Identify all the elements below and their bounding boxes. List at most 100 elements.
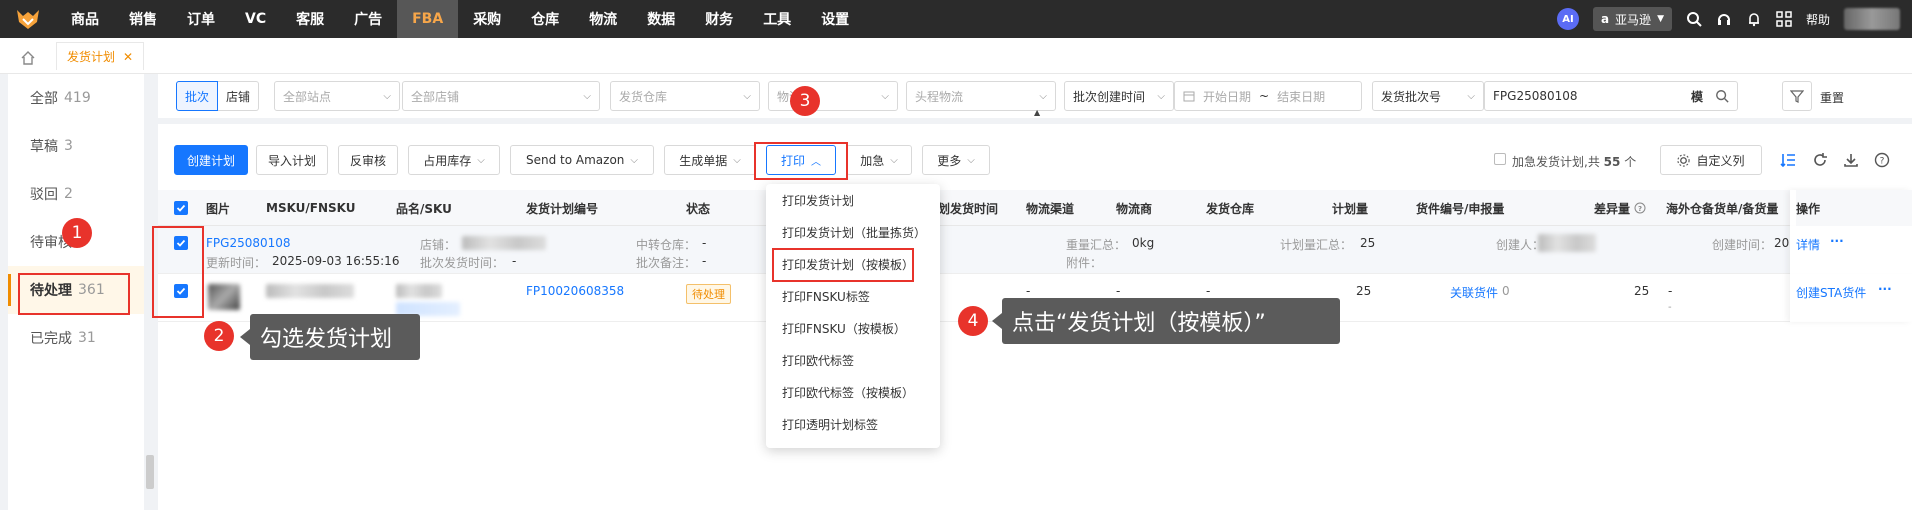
site-select[interactable]: 全部站点 ⌵ bbox=[274, 81, 400, 111]
help-icon[interactable]: ? bbox=[1874, 152, 1890, 168]
menu-print-eu-rep-template[interactable]: 打印欧代标签（按模板） bbox=[766, 376, 940, 408]
chevron-down-icon: ⌵ bbox=[1039, 90, 1047, 102]
download-icon[interactable] bbox=[1843, 152, 1859, 168]
nav-item-ads[interactable]: 广告 bbox=[339, 0, 397, 38]
nav-item-warehouse[interactable]: 仓库 bbox=[516, 0, 574, 38]
nav-item-vc[interactable]: VC bbox=[230, 0, 281, 38]
create-plan-button[interactable]: 创建计划 bbox=[174, 145, 248, 175]
density-icon[interactable] bbox=[1780, 152, 1796, 168]
tab-shipping-plan[interactable]: 发货计划 ✕ bbox=[56, 42, 145, 70]
nav-item-data[interactable]: 数据 bbox=[632, 0, 690, 38]
nav-item-purchase[interactable]: 采购 bbox=[458, 0, 516, 38]
search-icon[interactable] bbox=[1686, 11, 1702, 27]
sidebar-item-count: 31 bbox=[78, 330, 96, 346]
product-thumbnail[interactable] bbox=[208, 284, 240, 310]
nav-item-sales[interactable]: 销售 bbox=[114, 0, 172, 38]
plan-total-value: 25 bbox=[1360, 236, 1376, 250]
sidebar-item-completed[interactable]: 已完成 31 bbox=[8, 314, 144, 362]
detail-link[interactable]: 详情 bbox=[1796, 236, 1820, 253]
head-logistics-select[interactable]: 头程物流 ⌵ bbox=[906, 81, 1056, 111]
chevron-down-icon: ⌵ bbox=[477, 154, 485, 166]
search-icon[interactable] bbox=[1715, 89, 1729, 103]
carrier-value: - bbox=[1116, 284, 1121, 298]
warehouse-select[interactable]: 发货仓库 ⌵ bbox=[610, 81, 760, 111]
home-icon bbox=[21, 51, 35, 65]
occupy-stock-button[interactable]: 占用库存 ⌵ bbox=[408, 145, 500, 175]
top-nav: 商品 销售 订单 VC 客服 广告 FBA 采购 仓库 物流 数据 财务 工具 … bbox=[0, 0, 1912, 38]
home-tab[interactable] bbox=[10, 46, 46, 70]
nav-item-tools[interactable]: 工具 bbox=[748, 0, 806, 38]
close-icon[interactable]: ✕ bbox=[123, 50, 133, 64]
nav-item-goods[interactable]: 商品 bbox=[56, 0, 114, 38]
col-warehouse: 发货仓库 bbox=[1206, 201, 1255, 216]
urgent-button[interactable]: 加急 ⌵ bbox=[846, 145, 912, 175]
row-more-menu[interactable]: ··· bbox=[1830, 234, 1844, 248]
col-plan-qty: 计划量 bbox=[1332, 201, 1369, 216]
filter-button[interactable] bbox=[1782, 81, 1812, 111]
select-all-checkbox[interactable] bbox=[174, 201, 188, 215]
svg-text:?: ? bbox=[1638, 205, 1642, 213]
menu-print-fnsku-template[interactable]: 打印FNSKU（按模板） bbox=[766, 312, 940, 344]
match-mode-toggle[interactable]: 模 bbox=[1691, 88, 1703, 105]
help-link[interactable]: 帮助 bbox=[1806, 11, 1830, 28]
menu-print-fnsku-label[interactable]: 打印FNSKU标签 bbox=[766, 280, 940, 312]
collapse-filters-caret[interactable]: ▲ bbox=[1034, 108, 1040, 117]
custom-columns-button[interactable]: 自定义列 bbox=[1660, 145, 1762, 175]
ai-icon[interactable]: AI bbox=[1556, 8, 1579, 30]
col-action: 操作 bbox=[1796, 190, 1912, 226]
head-logistics-placeholder: 头程物流 bbox=[915, 89, 964, 104]
create-sta-link[interactable]: 创建STA货件 bbox=[1796, 284, 1866, 301]
sidebar-item-count: 3 bbox=[64, 138, 73, 154]
date-range-picker[interactable]: 开始日期 ~ 结束日期 bbox=[1174, 81, 1362, 111]
nav-item-orders[interactable]: 订单 bbox=[172, 0, 230, 38]
generate-docs-button[interactable]: 生成单据 ⌵ bbox=[664, 145, 756, 175]
transit-wh-value: - bbox=[702, 236, 707, 250]
store-label: 店铺： bbox=[420, 238, 457, 252]
step-badge-2: 2 bbox=[204, 321, 234, 351]
row-more-menu[interactable]: ··· bbox=[1878, 282, 1892, 296]
reset-link[interactable]: 重置 bbox=[1820, 89, 1844, 106]
highlight-pending-sidebar bbox=[18, 273, 130, 315]
link-shipment-link[interactable]: 关联货件 bbox=[1450, 284, 1498, 301]
menu-print-plan[interactable]: 打印发货计划 bbox=[766, 184, 940, 216]
search-input[interactable]: FPG25080108 模 bbox=[1484, 81, 1738, 111]
send-to-amazon-button[interactable]: Send to Amazon ⌵ bbox=[510, 145, 654, 175]
nav-item-logistics[interactable]: 物流 bbox=[574, 0, 632, 38]
logo[interactable] bbox=[0, 0, 56, 38]
nav-item-service[interactable]: 客服 bbox=[281, 0, 339, 38]
time-type-select[interactable]: 批次创建时间 ⌵ bbox=[1064, 81, 1174, 111]
seg-store[interactable]: 店铺 bbox=[218, 81, 260, 111]
sidebar-item-rejected[interactable]: 驳回 2 bbox=[8, 170, 144, 218]
marketplace-select[interactable]: a 亚马逊 ▼ bbox=[1592, 7, 1672, 31]
col-carrier: 物流商 bbox=[1116, 201, 1153, 216]
highlight-print-template-item bbox=[772, 248, 914, 282]
batch-no-link[interactable]: FPG25080108 bbox=[206, 236, 291, 250]
bell-icon[interactable] bbox=[1746, 11, 1762, 27]
refresh-icon[interactable] bbox=[1812, 152, 1828, 168]
import-plan-button[interactable]: 导入计划 bbox=[256, 145, 328, 175]
sidebar-item-draft[interactable]: 草稿 3 bbox=[8, 122, 144, 170]
nav-item-fba[interactable]: FBA bbox=[397, 0, 459, 38]
menu-print-eu-rep-label[interactable]: 打印欧代标签 bbox=[766, 344, 940, 376]
urgent-only-checkbox[interactable] bbox=[1494, 153, 1506, 165]
more-button[interactable]: 更多 ⌵ bbox=[922, 145, 990, 175]
seg-batch[interactable]: 批次 bbox=[176, 81, 219, 111]
sidebar-item-label: 草稿 bbox=[30, 139, 58, 155]
menu-print-transparency-label[interactable]: 打印透明计划标签 bbox=[766, 408, 940, 440]
sidebar-collapse-handle[interactable] bbox=[146, 455, 154, 489]
logistics-select[interactable]: 物流 ⌵ bbox=[768, 81, 898, 111]
col-plan-no: 发货计划编号 bbox=[526, 201, 599, 216]
apps-grid-icon[interactable] bbox=[1776, 11, 1792, 27]
store-select[interactable]: 全部店铺 ⌵ bbox=[402, 81, 600, 111]
sidebar-item-all[interactable]: 全部 419 bbox=[8, 74, 144, 122]
nav-item-settings[interactable]: 设置 bbox=[806, 0, 864, 38]
user-avatar[interactable] bbox=[1844, 8, 1900, 30]
search-field-select[interactable]: 发货批次号 ⌵ bbox=[1372, 81, 1484, 111]
plan-no-link[interactable]: FP10020608358 bbox=[526, 284, 624, 298]
nav-item-finance[interactable]: 财务 bbox=[690, 0, 748, 38]
attachment-label: 附件： bbox=[1066, 256, 1103, 270]
reverse-review-button[interactable]: 反审核 bbox=[338, 145, 398, 175]
menu-print-plan-batch-pick[interactable]: 打印发货计划（批量拣货） bbox=[766, 216, 940, 248]
help-icon[interactable]: ? bbox=[1634, 202, 1646, 214]
headset-icon[interactable] bbox=[1716, 11, 1732, 27]
